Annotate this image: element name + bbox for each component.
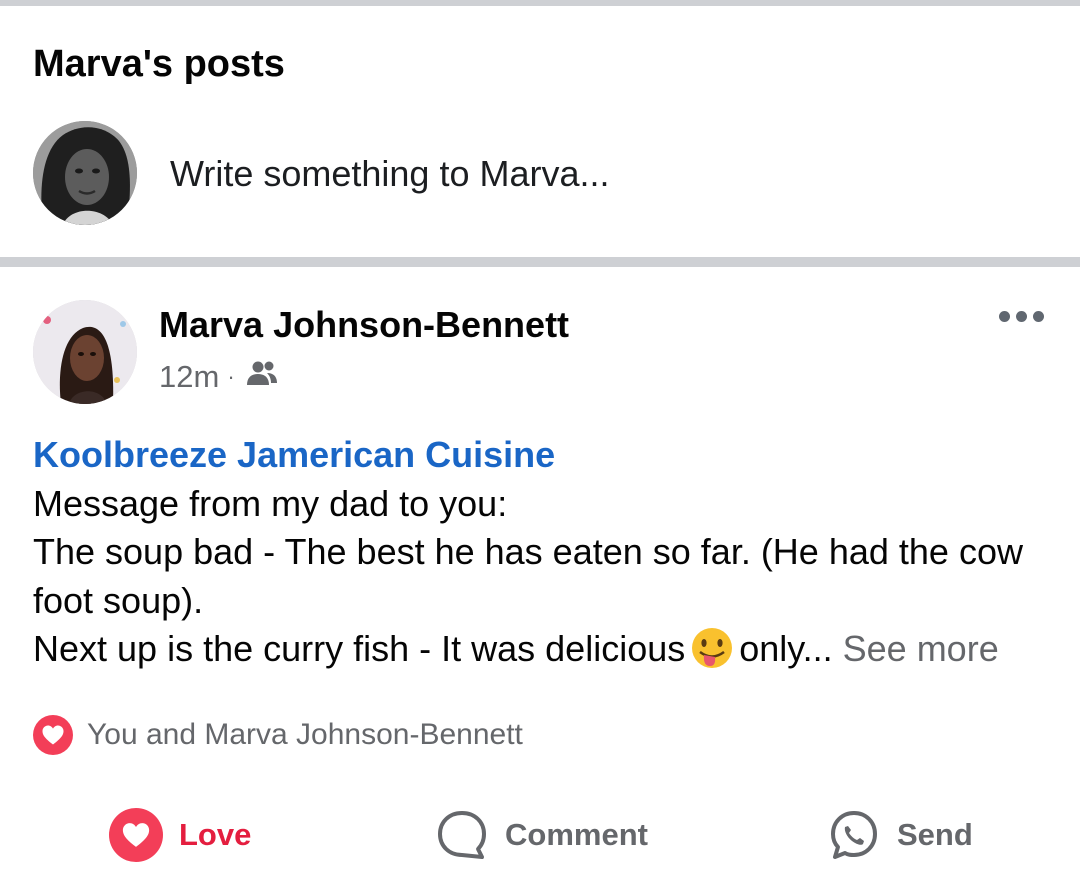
comment-button[interactable]: Comment xyxy=(435,806,648,864)
post-time[interactable]: 12m xyxy=(159,357,219,397)
section-divider xyxy=(0,257,1080,267)
send-button[interactable]: Send xyxy=(827,806,973,864)
post-author-avatar[interactable] xyxy=(33,300,137,404)
tagged-page-link[interactable]: Koolbreeze Jamerican Cuisine xyxy=(33,434,555,475)
post-meta: 12m · xyxy=(159,357,279,397)
comment-icon xyxy=(435,808,489,862)
reaction-summary-text: You and Marva Johnson-Bennett xyxy=(87,718,523,751)
top-divider xyxy=(0,0,1080,6)
more-dot xyxy=(999,311,1010,322)
post-body: Koolbreeze Jamerican Cuisine Message fro… xyxy=(33,431,1053,674)
section-title: Marva's posts xyxy=(33,43,285,85)
send-button-label: Send xyxy=(897,817,973,852)
heart-icon xyxy=(109,808,163,862)
love-button-label: Love xyxy=(179,817,252,852)
face-savoring-food-emoji xyxy=(690,626,734,670)
more-dot xyxy=(1016,311,1027,322)
meta-separator: · xyxy=(227,364,235,389)
reaction-summary[interactable]: You and Marva Johnson-Bennett xyxy=(33,715,523,755)
more-dot xyxy=(1033,311,1044,322)
post-truncated-text: only... xyxy=(739,628,833,669)
see-more-link[interactable]: See more xyxy=(843,628,999,669)
love-reaction-icon xyxy=(33,715,73,755)
comment-button-label: Comment xyxy=(505,817,648,852)
post-line: Message from my dad to you: xyxy=(33,482,508,524)
post-line: Next up is the curry fish - It was delic… xyxy=(33,628,686,669)
post-line-last: Next up is the curry fish - It was delic… xyxy=(33,625,1053,674)
post-line: The soup bad - The best he has eaten so … xyxy=(33,531,1023,621)
more-horizontal-icon[interactable] xyxy=(993,305,1050,328)
composer-avatar[interactable] xyxy=(33,121,137,225)
messenger-send-icon xyxy=(827,808,881,862)
composer-input[interactable]: Write something to Marva... xyxy=(170,152,610,196)
friends-icon[interactable] xyxy=(245,357,279,397)
love-button[interactable]: Love xyxy=(109,806,251,864)
post-author-name[interactable]: Marva Johnson-Bennett xyxy=(159,303,569,347)
